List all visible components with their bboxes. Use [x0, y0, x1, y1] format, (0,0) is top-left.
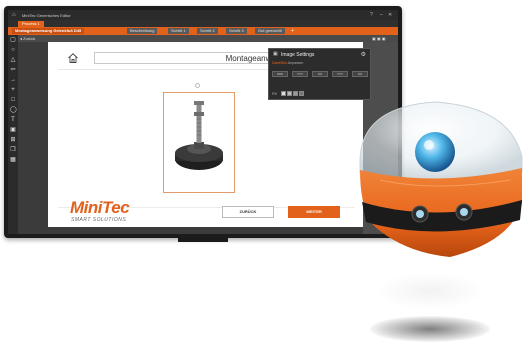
setting-field[interactable]: YYY [332, 71, 348, 77]
setting-field[interactable]: YYY [292, 71, 308, 77]
monitor-stand [178, 238, 228, 242]
subtitle-accent: Datei/Bild [272, 61, 287, 65]
tab-schritt-2[interactable]: Schritt 2 [197, 28, 218, 34]
fill-option-4[interactable] [299, 91, 304, 96]
ellipse-icon[interactable]: ◯ [10, 107, 17, 113]
close-icon[interactable]: ✕ [388, 12, 392, 18]
add-tab-icon[interactable]: + [291, 28, 294, 34]
apps-icon[interactable]: ▦ [10, 157, 16, 163]
robot-reflection [375, 272, 485, 310]
panel-toolbar-icons[interactable]: ▣ ▣ ▣ [372, 36, 386, 41]
image-settings-subtitle: Datei/Bild Anpassen [272, 61, 303, 65]
leveling-foot-image [175, 101, 223, 170]
work-toolbar: ◂ Zurück [18, 35, 398, 42]
square-icon[interactable]: □ [10, 97, 16, 103]
process-bar: Process 1 [8, 20, 398, 27]
window-title: MiniTec Generisches Editor [22, 13, 71, 18]
layers-icon[interactable]: ❐ [10, 147, 16, 153]
fill-option-3[interactable] [293, 91, 298, 96]
grid-icon[interactable]: ⊞ [10, 137, 16, 143]
weiter-button[interactable]: WEITER [288, 206, 340, 218]
subtitle-rest: Anpassen [287, 61, 304, 65]
robot-shadow [370, 316, 490, 342]
arrow-left-icon[interactable]: ⇦ [10, 67, 16, 73]
tab-bar: Montageanweisung Gelenkfuß D45 Beschreib… [8, 27, 398, 35]
zurueck-button[interactable]: ZURÜCK [222, 206, 274, 218]
fill-label: Fill [272, 92, 277, 96]
home-icon[interactable] [67, 52, 79, 64]
robot-eye-icon [415, 132, 455, 172]
back-link[interactable]: ◂ Zurück [20, 36, 35, 41]
robot-assistant [359, 101, 523, 257]
fill-option-2[interactable] [287, 91, 292, 96]
product-image-frame[interactable] [163, 92, 235, 193]
minitec-logo: MiniTec [70, 198, 130, 217]
back-link-label: Zurück [23, 36, 36, 41]
app-icon: ⌂ [12, 12, 16, 18]
arrow-right-icon[interactable]: → [10, 77, 16, 83]
setting-field[interactable]: XX [352, 71, 368, 77]
image-icon[interactable]: ▣ [10, 127, 16, 133]
image-settings-title: Image Settings [281, 52, 315, 58]
image-settings-icon: ▣ [273, 51, 278, 57]
fill-option-1[interactable] [281, 91, 286, 96]
tab-schritt-3[interactable]: Schritt 3 [226, 28, 247, 34]
setting-field[interactable]: XXX [272, 71, 288, 77]
minitec-logo-subtitle: SMART SOLUTIONS [71, 217, 127, 223]
tool-sidebar: ▢ ○ △ ⇦ → + □ ◯ T ▣ ⊞ ❐ ▦ [8, 35, 18, 234]
title-bar: ⌂ MiniTec Generisches Editor ? – ✕ [8, 10, 398, 20]
text-icon[interactable]: T [10, 117, 16, 123]
minimize-icon[interactable]: – [380, 12, 383, 18]
tab-gut-gemacht[interactable]: Gut gemacht! [255, 28, 286, 34]
tab-montageanweisung[interactable]: Montageanweisung Gelenkfuß D45 [12, 28, 85, 34]
plus-icon[interactable]: + [10, 87, 16, 93]
setting-field[interactable]: XX [312, 71, 328, 77]
tab-beschreibung[interactable]: Beschreibung [127, 28, 158, 34]
tab-schritt-1[interactable]: Schritt 1 [168, 28, 189, 34]
gear-icon[interactable]: ⚙ [361, 51, 366, 58]
select-icon[interactable]: ▢ [10, 37, 16, 43]
rotate-handle[interactable] [195, 83, 200, 88]
triangle-icon[interactable]: △ [10, 57, 16, 63]
circle-icon[interactable]: ○ [10, 47, 16, 53]
help-icon[interactable]: ? [370, 12, 373, 18]
